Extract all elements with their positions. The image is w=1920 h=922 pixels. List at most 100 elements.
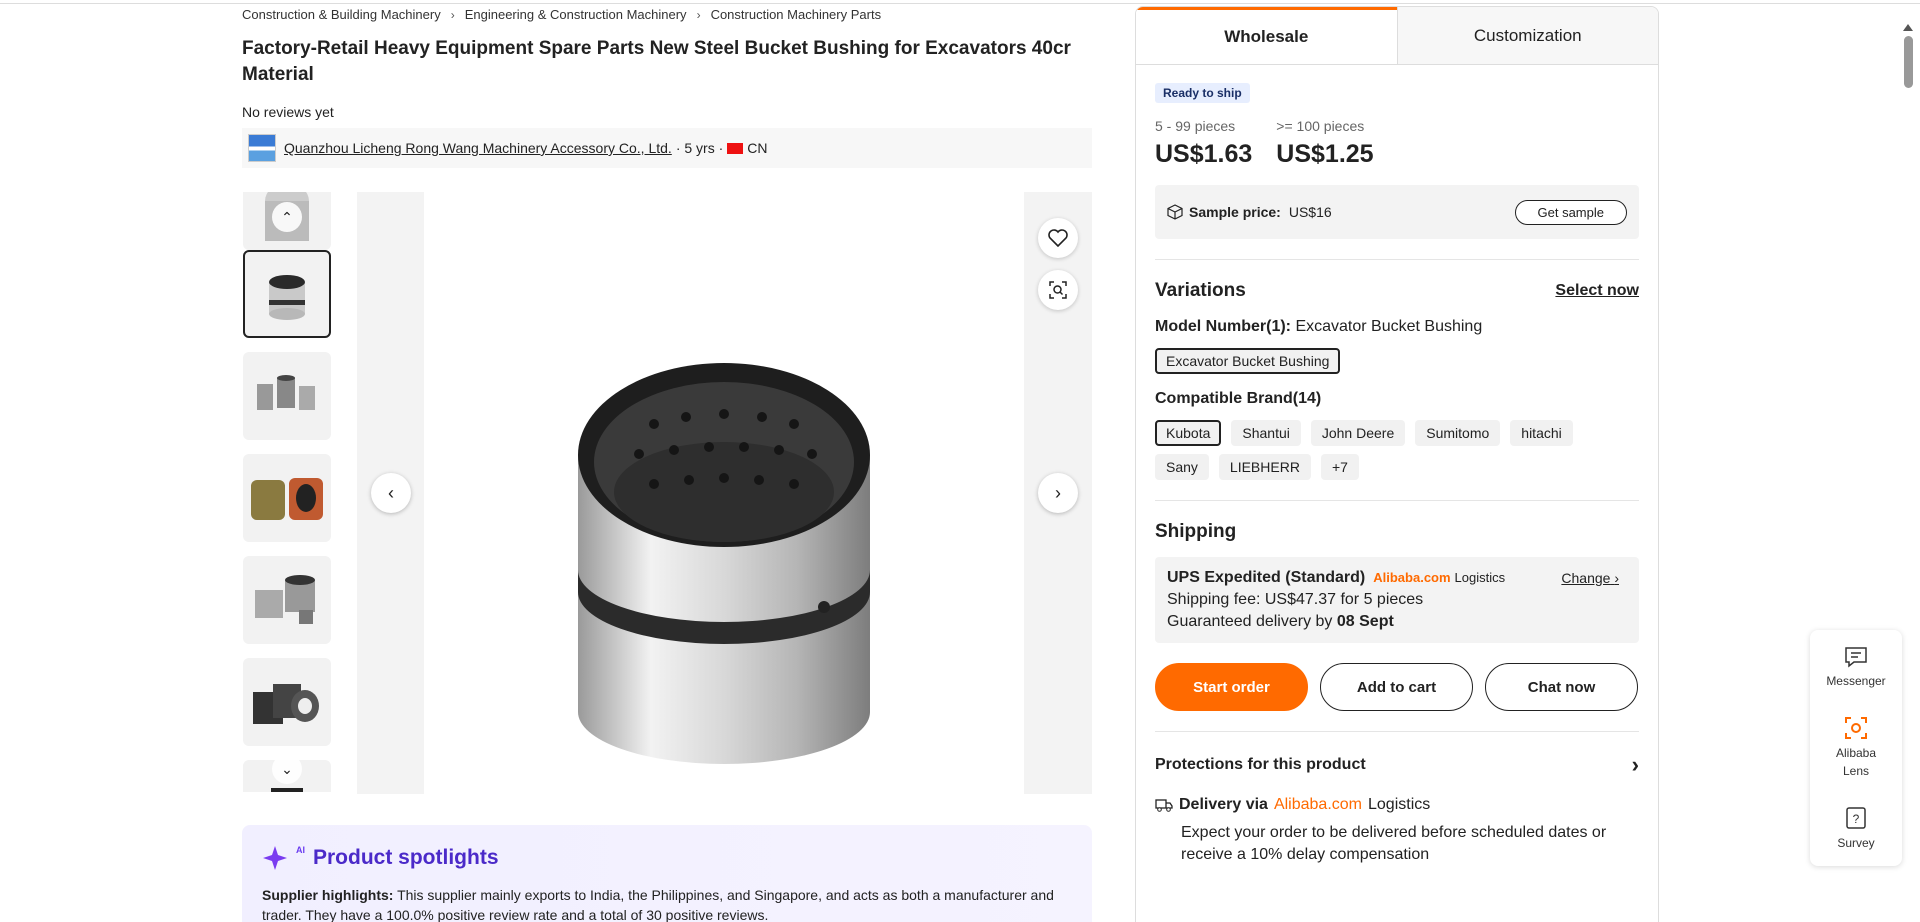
- supplier-highlights: Supplier highlights: This supplier mainl…: [262, 887, 1054, 922]
- shipping-box: UPS Expedited (Standard) Alibaba.com Logis…: [1155, 557, 1639, 643]
- next-image-button[interactable]: ›: [1038, 473, 1078, 513]
- tier-price: US$1.63: [1155, 140, 1253, 168]
- brand-chip[interactable]: hitachi: [1510, 420, 1573, 446]
- ai-label: AI: [296, 845, 305, 855]
- scrollbar-thumb[interactable]: [1904, 36, 1913, 88]
- model-chip[interactable]: Excavator Bucket Bushing: [1155, 348, 1341, 374]
- select-now-link[interactable]: Select now: [1555, 282, 1639, 300]
- get-sample-button[interactable]: Get sample: [1514, 199, 1627, 225]
- sample-price: US$16: [1288, 204, 1332, 220]
- brand-chip[interactable]: Kubota: [1155, 420, 1222, 446]
- delivery-label: Delivery via: [1179, 796, 1268, 813]
- supplier-logo: [248, 134, 276, 162]
- box-icon: [1167, 204, 1183, 220]
- supplier-country: CN: [747, 140, 768, 156]
- tier-quantity: 5 - 99 pieces: [1155, 118, 1236, 134]
- add-to-cart-button[interactable]: Add to cart: [1320, 663, 1473, 711]
- thumbnail[interactable]: [243, 658, 331, 746]
- scroll-up-icon: [1903, 24, 1913, 31]
- sample-label: Sample price:: [1189, 204, 1281, 220]
- svg-text:?: ?: [1853, 812, 1860, 826]
- thumb-up-button[interactable]: ⌃: [272, 202, 302, 232]
- brand-label: Compatible Brand(14): [1155, 390, 1322, 407]
- chevron-right-icon: ›: [1614, 570, 1619, 586]
- survey-icon: ?: [1846, 807, 1866, 829]
- brand-chips: Kubota Shantui John Deere Sumitomo hitac…: [1155, 420, 1595, 480]
- spotlights-title: Product spotlights: [313, 846, 499, 869]
- thumbnail[interactable]: [243, 556, 331, 644]
- thumbnail[interactable]: [243, 454, 331, 542]
- image-search-button[interactable]: [1038, 270, 1078, 310]
- thumbnail[interactable]: [243, 250, 331, 338]
- delivery-text: Expect your order to be delivered before…: [1181, 824, 1607, 863]
- prev-image-button[interactable]: ‹: [371, 473, 411, 513]
- messenger-button[interactable]: Messenger: [1810, 646, 1902, 690]
- more-brands-chip[interactable]: +7: [1320, 454, 1359, 480]
- alibaba-brand: Alibaba.com: [1273, 796, 1362, 813]
- breadcrumb-item[interactable]: Construction & Building Machinery: [242, 7, 441, 22]
- start-order-button[interactable]: Start order: [1155, 663, 1308, 711]
- breadcrumb-item[interactable]: Construction Machinery Parts: [711, 7, 882, 22]
- action-buttons: Start order Add to cart Chat now: [1155, 663, 1639, 711]
- breadcrumb-item[interactable]: Engineering & Construction Machinery: [465, 7, 687, 22]
- brand-chip[interactable]: John Deere: [1310, 420, 1406, 446]
- purchase-panel: Wholesale Customization Ready to ship 5 …: [1135, 6, 1659, 922]
- thumbnail-strip: ⌃ ⌄: [242, 192, 334, 792]
- brand-chip[interactable]: LIEBHERR: [1218, 454, 1311, 480]
- delivery-row: Delivery via Alibaba.com Logistics: [1155, 796, 1639, 814]
- brand-chip[interactable]: Shantui: [1231, 420, 1301, 446]
- shipping-title: Shipping: [1155, 521, 1237, 542]
- price-tier: 5 - 99 pieces US$1.63: [1155, 118, 1252, 169]
- image-search-icon: [1049, 281, 1067, 299]
- shipping-fee: Shipping fee: US$47.37 for 5 pieces: [1167, 591, 1424, 608]
- shipping-method: UPS Expedited (Standard): [1167, 569, 1366, 586]
- logistics-label: Logistics: [1454, 570, 1506, 585]
- sample-price-row: Sample price: US$16 Get sample: [1155, 185, 1639, 239]
- product-title: Factory-Retail Heavy Equipment Spare Par…: [242, 38, 1071, 85]
- model-number-label: Model Number(1): Excavator Bucket Bushin…: [1155, 318, 1483, 335]
- survey-button[interactable]: ? Survey: [1810, 806, 1902, 852]
- price-tier: >= 100 pieces US$1.25: [1276, 118, 1373, 169]
- tab-wholesale[interactable]: Wholesale: [1136, 7, 1397, 64]
- main-product-image: ‹ ›: [357, 192, 1092, 794]
- lens-icon: [1845, 717, 1867, 739]
- tier-quantity: >= 100 pieces: [1276, 118, 1365, 134]
- scrollbar[interactable]: [1901, 24, 1915, 922]
- alibaba-lens-button[interactable]: Alibaba Lens: [1810, 716, 1902, 780]
- ready-to-ship-badge: Ready to ship: [1155, 83, 1250, 103]
- brand-chip[interactable]: Sumitomo: [1415, 420, 1501, 446]
- bushing-image: [578, 363, 870, 764]
- reviews-text: No reviews yet: [242, 104, 334, 120]
- message-icon: [1845, 647, 1867, 668]
- change-shipping-link[interactable]: Change ›: [1561, 567, 1619, 589]
- floating-toolbar: Messenger Alibaba Lens ? Survey: [1810, 630, 1902, 866]
- chevron-right-icon: ›: [1631, 752, 1639, 777]
- brand-chip[interactable]: Sany: [1155, 454, 1209, 480]
- supplier-years: · 5 yrs ·: [675, 140, 724, 156]
- chat-now-button[interactable]: Chat now: [1485, 663, 1638, 711]
- supplier-bar: Quanzhou Licheng Rong Wang Machinery Acc…: [242, 128, 1092, 168]
- tab-customization[interactable]: Customization: [1396, 7, 1658, 64]
- tier-price: US$1.25: [1276, 140, 1374, 168]
- chevron-right-icon: ›: [696, 7, 701, 22]
- breadcrumb: Construction & Building Machinery › Engi…: [242, 7, 881, 22]
- thumb-down-button[interactable]: ⌄: [272, 754, 302, 784]
- thumbnail[interactable]: [243, 352, 331, 440]
- top-border: [0, 0, 1920, 4]
- favorite-button[interactable]: [1038, 218, 1078, 258]
- sparkle-icon: [263, 846, 287, 870]
- chevron-right-icon: ›: [450, 7, 455, 22]
- product-spotlights: AI Product spotlights Supplier highlight…: [242, 825, 1092, 922]
- price-tiers: 5 - 99 pieces US$1.63 >= 100 pieces US$1…: [1155, 118, 1639, 169]
- protections-title: Protections for this product: [1155, 756, 1366, 773]
- protections-row[interactable]: Protections for this product ›: [1155, 752, 1639, 778]
- logistics-label: Logistics: [1368, 796, 1431, 813]
- delivery-truck-icon: [1155, 799, 1173, 812]
- panel-tabs: Wholesale Customization: [1136, 7, 1658, 65]
- heart-icon: [1048, 229, 1068, 247]
- flag-icon: [727, 142, 744, 154]
- alibaba-brand: Alibaba.com: [1373, 570, 1451, 585]
- shipping-guarantee: Guaranteed delivery by 08 Sept: [1167, 613, 1394, 630]
- supplier-name-link[interactable]: Quanzhou Licheng Rong Wang Machinery Acc…: [284, 140, 672, 156]
- variations-title: Variations: [1155, 280, 1246, 301]
